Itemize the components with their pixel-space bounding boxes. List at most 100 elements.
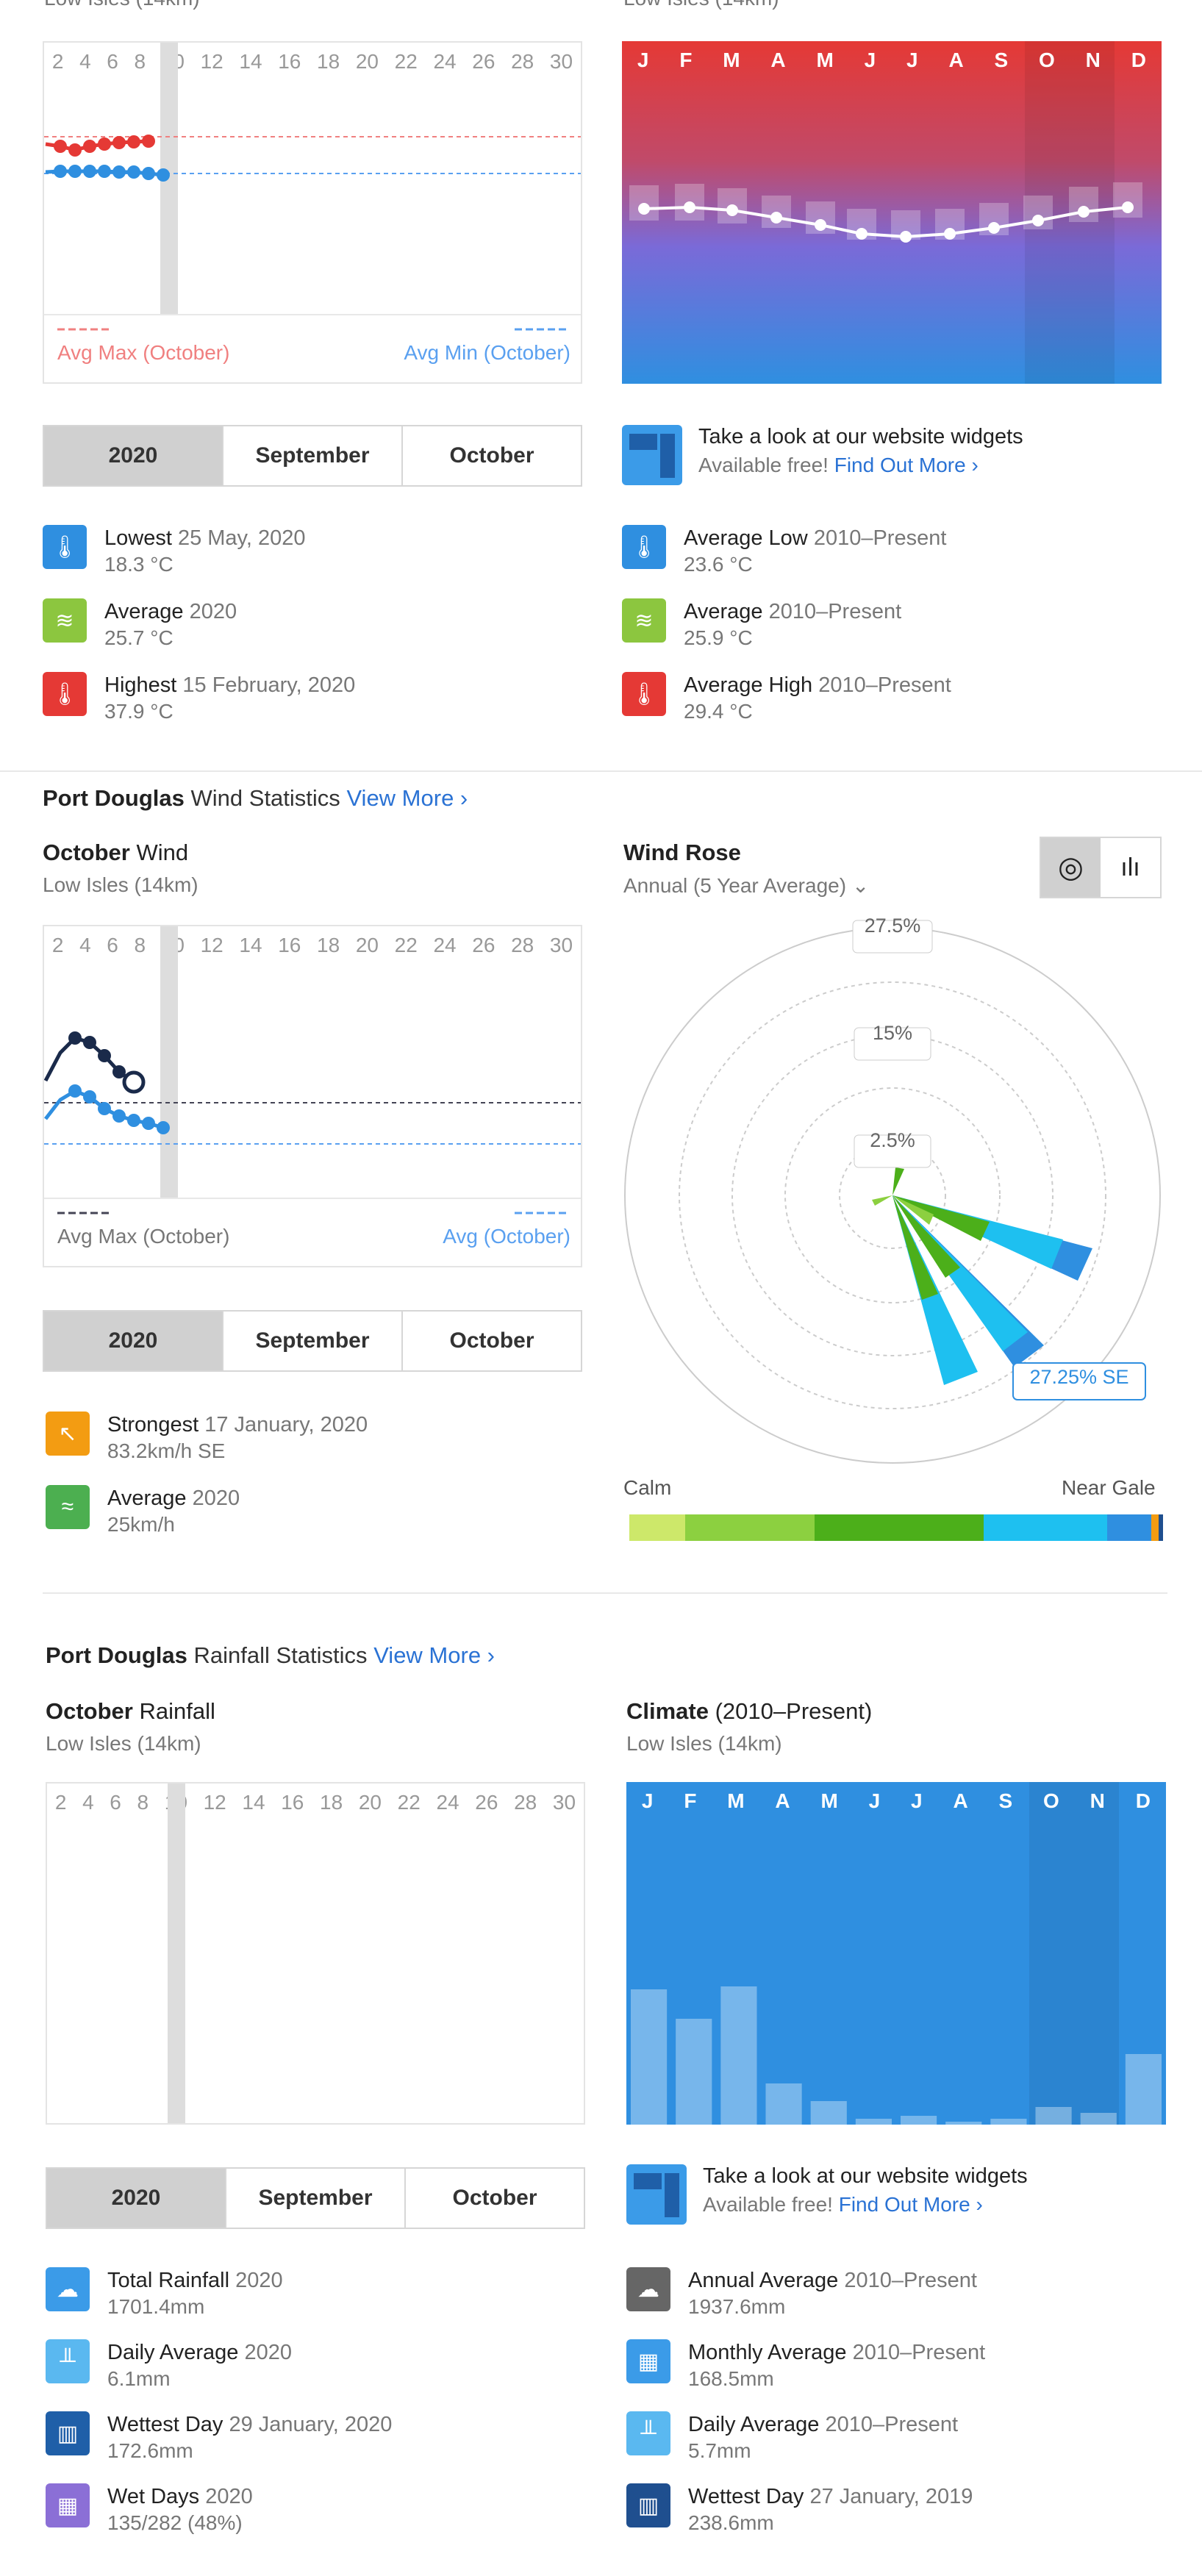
climate-bar: [765, 2083, 802, 2125]
stat-value: 1937.6mm: [688, 2295, 786, 2318]
calendar-icon: ▦: [46, 2483, 90, 2527]
day-label: 14: [242, 1791, 265, 1814]
thermometer-icon: 🌡: [622, 672, 666, 716]
widget-link[interactable]: Find Out More ›: [834, 454, 979, 476]
stat-value: 25.9 °C: [684, 626, 753, 649]
widget-title: Take a look at our website widgets: [703, 2164, 1028, 2188]
stat-value: 37.9 °C: [104, 700, 173, 723]
stat-label: Strongest: [107, 1413, 199, 1437]
climate-bar: [720, 1986, 757, 2125]
day-label: 2: [54, 1791, 67, 1814]
widget-promo-rain[interactable]: Take a look at our website widgets Avail…: [626, 2164, 1028, 2225]
temp-climate-line: [629, 182, 1142, 243]
thermometer-icon: 🌡: [43, 672, 87, 716]
stat-label: Total Rainfall: [107, 2269, 230, 2292]
ring-label-outer: 27.5%: [864, 915, 921, 937]
climate-bar: [855, 2119, 892, 2125]
wind-section-title: Port Douglas Wind Statistics View More ›: [43, 785, 468, 811]
stat-label: Average High: [684, 673, 813, 697]
wind-tabs[interactable]: 2020 September October: [43, 1310, 582, 1372]
rain-daily-chart: 24681012141618202224262830: [46, 1782, 585, 2125]
stat-item: ▦ Monthly Average 2010–Present 168.5mm: [626, 2339, 985, 2392]
stat-value: 6.1mm: [107, 2367, 171, 2390]
thermometer-icon: 🌡: [622, 525, 666, 569]
ring-label-inner: 2.5%: [870, 1129, 915, 1151]
stat-date: 2010–Present: [768, 600, 902, 623]
stat-item: 🌡 Average High 2010–Present 29.4 °C: [622, 672, 951, 725]
arrow-icon: ↖: [46, 1412, 90, 1456]
chart-icon: ≋: [622, 598, 666, 643]
wind-left-sub: Low Isles (14km): [43, 873, 198, 896]
climate-bar: [631, 1989, 668, 2125]
widget-link[interactable]: Find Out More ›: [839, 2193, 983, 2216]
stat-date: 15 February, 2020: [182, 673, 356, 697]
stat-label: Average: [104, 600, 184, 623]
avg-min-legend: Avg Min (October): [404, 341, 570, 364]
stat-item: ☁ Annual Average 2010–Present 1937.6mm: [626, 2267, 977, 2320]
stat-date: 2020: [192, 1486, 240, 1510]
wind-rose-period-select[interactable]: Annual (5 Year Average) ⌄: [623, 873, 869, 898]
stat-label: Annual Average: [688, 2269, 839, 2292]
climate-bar: [676, 2019, 712, 2125]
gauge-icon: ▥: [626, 2483, 670, 2527]
wind-rose-title: Wind Rose: [623, 840, 741, 865]
stat-label: Highest: [104, 673, 177, 697]
tab-october[interactable]: October: [404, 2169, 584, 2228]
widget-promo-temp[interactable]: Take a look at our website widgets Avail…: [622, 425, 1023, 485]
rain-view-more[interactable]: View More ›: [373, 1642, 495, 1668]
stat-label: Average: [684, 600, 763, 623]
scale-calm: Calm: [623, 1476, 672, 1499]
climate-bar-chart: [631, 1986, 1162, 2125]
stat-value: 83.2km/h SE: [107, 1439, 226, 1462]
climate-bar: [990, 2119, 1027, 2125]
climate-bar: [1125, 2054, 1162, 2125]
tab-2020[interactable]: 2020: [44, 426, 222, 485]
stat-date: 2010–Present: [844, 2269, 977, 2292]
stat-date: 2020: [244, 2341, 292, 2364]
temp-tabs[interactable]: 2020 September October: [43, 425, 582, 487]
widget-icon: [626, 2164, 687, 2225]
rose-view-icon[interactable]: ◎: [1041, 838, 1101, 897]
wind-view-toggle[interactable]: ◎ ılı: [1040, 837, 1162, 898]
stat-label: Wet Days: [107, 2485, 200, 2508]
widget-title: Take a look at our website widgets: [698, 425, 1023, 448]
day-label: 4: [82, 1791, 94, 1814]
tab-2020[interactable]: 2020: [44, 1312, 222, 1370]
tab-september[interactable]: September: [222, 426, 401, 485]
stat-date: 2020: [235, 2269, 283, 2292]
stat-item: ▦ Wet Days 2020 135/282 (48%): [46, 2483, 253, 2536]
day-label: 18: [320, 1791, 343, 1814]
wind-view-more[interactable]: View More ›: [346, 785, 468, 811]
bar-view-icon[interactable]: ılı: [1101, 838, 1160, 897]
stat-item: ▥ Wettest Day 27 January, 2019 238.6mm: [626, 2483, 973, 2536]
stat-item: 🌡 Average Low 2010–Present 23.6 °C: [622, 525, 946, 578]
temp-right-sub: Low Isles (14km): [623, 0, 779, 10]
stat-label: Average Low: [684, 526, 808, 550]
tab-september[interactable]: September: [225, 2169, 404, 2228]
divider: [43, 1592, 1167, 1594]
rose-callout: 27.25% SE: [1029, 1366, 1129, 1388]
tab-october[interactable]: October: [401, 1312, 581, 1370]
climate-bar: [945, 2122, 982, 2125]
tab-october[interactable]: October: [401, 426, 581, 485]
stat-value: 23.6 °C: [684, 553, 753, 576]
widget-sub: Available free!: [703, 2193, 833, 2216]
gauge-icon: ╨: [626, 2411, 670, 2455]
tab-2020[interactable]: 2020: [47, 2169, 225, 2228]
avg-legend: Avg (October): [443, 1225, 570, 1248]
stat-date: 2010–Present: [813, 526, 947, 550]
stat-date: 17 January, 2020: [204, 1413, 368, 1437]
day-label: 20: [358, 1791, 382, 1814]
temp-daily-chart: 24681012141618202224262830 Avg Max (Octo…: [43, 41, 582, 384]
temp-line-chart: [44, 135, 581, 331]
stat-item: ≈ Average 2020 25km/h: [46, 1485, 240, 1538]
day-label: 30: [552, 1791, 576, 1814]
day-label: 26: [475, 1791, 498, 1814]
current-day-marker: [168, 1783, 185, 2123]
stat-item: ≋ Average 2010–Present 25.9 °C: [622, 598, 901, 651]
temp-climate-chart: JFMAMJJASOND: [622, 41, 1162, 384]
tab-september[interactable]: September: [222, 1312, 401, 1370]
stat-value: 238.6mm: [688, 2511, 774, 2534]
rain-tabs[interactable]: 2020 September October: [46, 2167, 585, 2229]
thermometer-icon: 🌡: [43, 525, 87, 569]
